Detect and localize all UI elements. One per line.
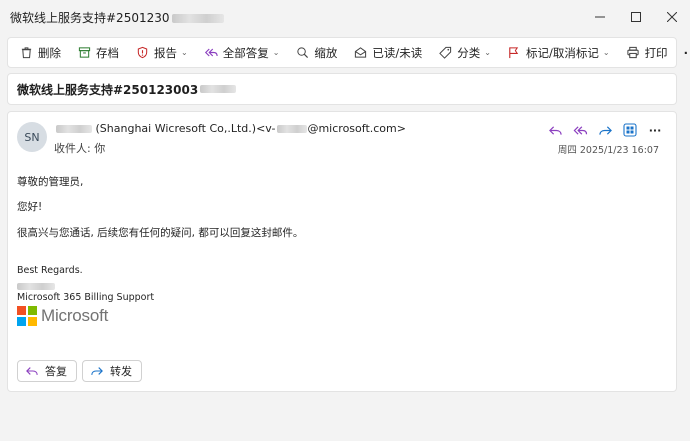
flag-button[interactable]: 标记/取消标记 ⌄ — [502, 40, 615, 66]
tag-icon — [438, 46, 452, 60]
reply-button[interactable] — [544, 120, 566, 140]
reply-all-icon — [204, 46, 218, 60]
zoom-label: 缩放 — [314, 45, 338, 60]
microsoft-logo-icon — [17, 306, 37, 326]
categorize-label: 分类 — [457, 45, 481, 60]
more-icon: ··· — [683, 45, 690, 60]
sender-email-prefix: <v- — [256, 122, 276, 135]
forward-icon — [598, 125, 612, 135]
maximize-icon — [631, 12, 641, 22]
maximize-button[interactable] — [618, 0, 654, 34]
close-button[interactable] — [654, 0, 690, 34]
subject-bar: 微软线上服务支持#250123003 — [7, 73, 677, 105]
read-unread-button[interactable]: 已读/未读 — [348, 40, 427, 66]
minimize-icon — [595, 16, 605, 18]
message-datetime: 周四 2025/1/23 16:07 — [557, 145, 659, 156]
reply-all-icon — [573, 125, 588, 135]
apps-button[interactable] — [619, 120, 641, 140]
recipients-value[interactable]: 你 — [94, 142, 105, 155]
more-options-button[interactable]: ··· — [679, 40, 690, 66]
recipients-label: 收件人: — [54, 142, 91, 155]
print-button[interactable]: 打印 — [621, 40, 673, 66]
forward-icon — [90, 365, 104, 377]
redacted-text — [277, 125, 308, 133]
window-title: 微软线上服务支持#2501230 — [0, 9, 224, 26]
redacted-text — [200, 85, 237, 93]
avatar[interactable]: SN — [17, 122, 47, 152]
command-toolbar: 删除 存档 报告 ⌄ 全部答复 ⌄ 缩放 已读/未读 分类 ⌄ 标记/取消标记 … — [7, 37, 690, 68]
forward-button[interactable] — [594, 120, 616, 140]
microsoft-wordmark: Microsoft — [41, 306, 109, 325]
reply-all-button[interactable]: 全部答复 ⌄ — [199, 40, 285, 66]
redacted-text — [56, 125, 92, 133]
shield-icon — [135, 46, 149, 60]
flag-icon — [507, 46, 521, 60]
categorize-button[interactable]: 分类 ⌄ — [433, 40, 496, 66]
reply-icon — [548, 125, 562, 135]
report-button[interactable]: 报告 ⌄ — [130, 40, 193, 66]
greeting-text: 尊敬的管理员, — [17, 176, 84, 188]
content-text: 很高兴与您通话, 后续您有任何的疑问, 都可以回复这封邮件。 — [17, 227, 304, 239]
grid-icon — [623, 123, 637, 137]
more-icon: ··· — [648, 123, 662, 137]
print-label: 打印 — [644, 45, 668, 60]
footer-reply-button[interactable]: 答复 — [17, 360, 77, 382]
zoom-button[interactable]: 缩放 — [290, 40, 342, 66]
message-card: SN (Shanghai Wicresoft Co,.Ltd.)<v- @micr… — [7, 111, 677, 392]
zoom-icon — [295, 46, 309, 60]
title-bar: 微软线上服务支持#2501230 — [0, 0, 690, 34]
team-text: Microsoft 365 Billing Support — [17, 292, 155, 303]
reply-all-label: 全部答复 — [222, 45, 269, 60]
message-actions: ··· — [544, 120, 666, 140]
archive-icon — [77, 46, 91, 60]
read-unread-label: 已读/未读 — [372, 45, 423, 60]
trash-icon — [19, 46, 33, 60]
footer-forward-label: 转发 — [110, 365, 132, 378]
sender-email-suffix: @microsoft.com> — [307, 122, 406, 135]
more-actions-button[interactable]: ··· — [644, 120, 666, 140]
signature-name — [17, 280, 55, 292]
reply-all-action-button[interactable] — [569, 120, 591, 140]
chevron-down-icon[interactable]: ⌄ — [603, 48, 610, 57]
footer-reply-label: 答复 — [45, 365, 67, 378]
envelope-open-icon — [353, 46, 367, 60]
minimize-button[interactable] — [582, 0, 618, 34]
recipients-line: 收件人: 你 — [54, 140, 105, 156]
footer-forward-button[interactable]: 转发 — [82, 360, 142, 382]
delete-label: 删除 — [38, 45, 61, 60]
window-controls — [582, 0, 690, 34]
regards-text: Best Regards. — [17, 265, 83, 276]
reply-icon — [25, 365, 39, 377]
hello-text: 您好! — [17, 201, 43, 213]
chevron-down-icon[interactable]: ⌄ — [273, 48, 280, 57]
flag-label: 标记/取消标记 — [525, 45, 599, 60]
printer-icon — [626, 46, 640, 60]
redacted-text — [17, 282, 55, 290]
delete-button[interactable]: 删除 — [14, 40, 66, 66]
sender-company: (Shanghai Wicresoft Co,.Ltd.) — [95, 122, 257, 135]
chevron-down-icon[interactable]: ⌄ — [484, 48, 491, 57]
chevron-down-icon[interactable]: ⌄ — [181, 48, 188, 57]
close-icon — [667, 12, 677, 22]
report-label: 报告 — [154, 45, 177, 60]
archive-label: 存档 — [96, 45, 119, 60]
redacted-text — [171, 13, 224, 23]
email-subject: 微软线上服务支持#250123003 — [17, 82, 199, 97]
archive-button[interactable]: 存档 — [72, 40, 124, 66]
footer-actions: 答复 转发 — [17, 360, 142, 382]
sender-line[interactable]: (Shanghai Wicresoft Co,.Ltd.)<v- @microso… — [54, 122, 406, 135]
microsoft-logo: Microsoft — [17, 306, 108, 326]
